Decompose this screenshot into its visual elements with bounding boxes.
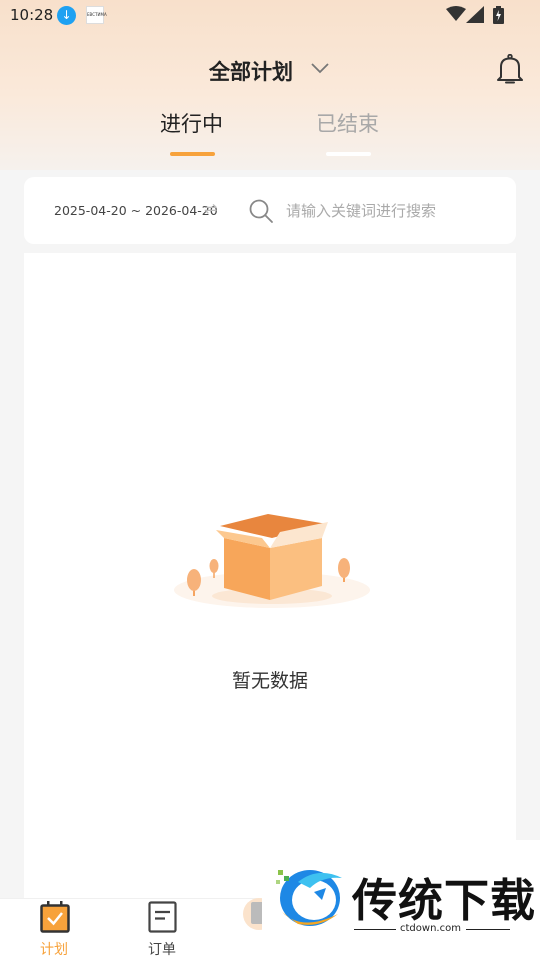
tab-active-indicator [170, 152, 215, 156]
download-icon: ↓ [57, 6, 76, 25]
nav-item-order[interactable]: 订单 [122, 899, 202, 961]
watermark-divider [466, 929, 510, 930]
watermark-overlay: 传统下载 ctdown.com [262, 840, 540, 960]
watermark-logo-icon [276, 870, 342, 926]
nav-item-plan[interactable]: 计划 [14, 899, 94, 961]
calendar-check-icon [40, 901, 70, 933]
app-notification-icon: ЕВСТИМА [86, 6, 107, 24]
battery-icon [493, 6, 504, 24]
swap-icon[interactable]: ⇌ [204, 199, 217, 218]
search-input[interactable] [286, 199, 496, 223]
nav-label-order: 订单 [148, 942, 176, 958]
status-time: 10:28 [10, 6, 54, 24]
date-range-picker[interactable]: 2025-04-20 ~ 2026-04-20 [54, 203, 218, 218]
wifi-icon [446, 6, 466, 21]
chevron-down-icon[interactable] [310, 61, 330, 75]
status-bar: 10:28 ↓ ЕВСТИМА [0, 0, 540, 32]
watermark-divider [354, 929, 396, 930]
bell-icon[interactable] [496, 54, 524, 86]
watermark-text: 传统下载 [352, 874, 537, 927]
tab-in-progress[interactable]: 进行中 [160, 108, 223, 138]
order-doc-icon [148, 901, 177, 933]
tab-ended[interactable]: 已结束 [316, 108, 379, 138]
plan-scope-dropdown[interactable]: 全部计划 [209, 56, 293, 86]
nav-label-plan: 计划 [40, 942, 68, 958]
search-icon [249, 199, 273, 223]
empty-box-illustration [174, 514, 370, 608]
filter-card: 2025-04-20 ~ 2026-04-20 ⇌ [24, 177, 516, 244]
watermark-url: ctdown.com [400, 923, 461, 934]
empty-state-text: 暂无数据 [231, 670, 308, 692]
signal-icon [466, 6, 484, 23]
tab-inactive-indicator [326, 152, 371, 156]
